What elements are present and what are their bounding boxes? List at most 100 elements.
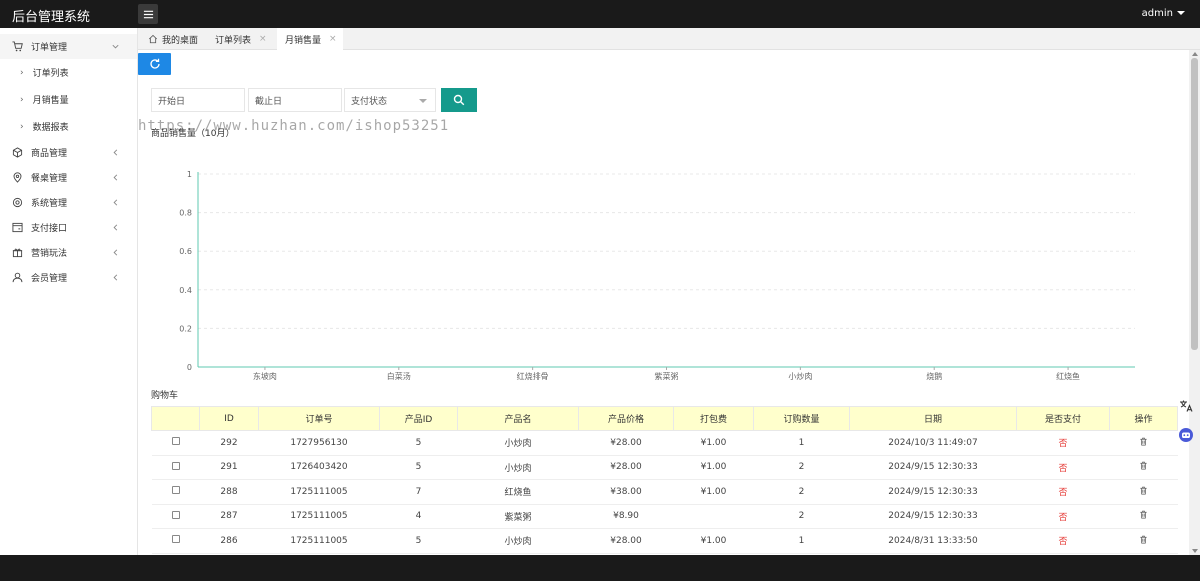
- tab-bar: 我的桌面 订单列表 × 月销售量 ×: [138, 28, 1200, 50]
- cell-paid: 否: [1016, 455, 1110, 480]
- row-checkbox[interactable]: [171, 486, 180, 495]
- column-header: 是否支付: [1016, 406, 1110, 431]
- trash-icon[interactable]: [1139, 462, 1148, 473]
- sidebar-group-marketing[interactable]: 营销玩法: [0, 240, 137, 265]
- cell-date: 2024/10/3 11:49:07: [849, 430, 1017, 456]
- sidebar-group-label: 系统管理: [31, 199, 68, 209]
- watermark: https://www.huzhan.com/ishop53251: [138, 118, 450, 134]
- input-placeholder: 截止日: [255, 96, 283, 107]
- close-icon[interactable]: ×: [259, 34, 267, 44]
- search-icon: [453, 94, 465, 106]
- cell-pack-fee: ¥1.00: [673, 528, 754, 554]
- sidebar-item-label: 数据报表: [32, 123, 69, 133]
- cell-date: 2024/8/31 13:33:50: [849, 528, 1017, 554]
- app-title: 后台管理系统: [12, 10, 91, 25]
- sidebar: 订单管理 › 订单列表 › 月销售量 › 数据报表 商品管理 餐桌管理 系统管理 支付…: [0, 28, 138, 555]
- start-date-input[interactable]: 开始日: [151, 88, 245, 112]
- cell-product-id: 7: [379, 479, 458, 505]
- trash-icon[interactable]: [1139, 437, 1148, 449]
- sidebar-group-tables[interactable]: 餐桌管理: [0, 165, 137, 190]
- tab-label: 月销售量: [285, 35, 322, 46]
- home-icon: [148, 34, 158, 44]
- hamburger-icon: [143, 10, 153, 18]
- tab-desktop[interactable]: 我的桌面: [148, 28, 198, 50]
- cell-product-name: 小炒肉: [457, 430, 579, 456]
- y-tick-label: 0.4: [179, 286, 192, 295]
- main-content: 开始日 截止日 支付状态 商品销售量（10月） https://www.huzh…: [138, 50, 1189, 555]
- table-header-row: ID 订单号 产品ID 产品名 产品价格 打包费 订购数量 日期 是否支付 操作: [151, 406, 1178, 431]
- y-tick-label: 0.6: [179, 247, 192, 256]
- column-header: 产品价格: [578, 406, 674, 431]
- table-row: 292 1727956130 5 小炒肉 ¥28.00 ¥1.00 1 2024/10/3 1…: [151, 430, 1178, 456]
- cell-quantity: 2: [753, 504, 850, 529]
- caret-down-icon: [1177, 11, 1185, 15]
- y-tick-label: 0.2: [179, 324, 192, 333]
- sidebar-item-order-list[interactable]: › 订单列表: [0, 59, 137, 86]
- row-checkbox[interactable]: [171, 461, 180, 470]
- sidebar-item-monthly-sales[interactable]: › 月销售量: [0, 86, 137, 113]
- row-select-cell: [151, 430, 200, 456]
- column-header: [151, 406, 200, 431]
- sidebar-group-members[interactable]: 会员管理: [0, 265, 137, 290]
- cell-date: 2024/9/15 12:30:33: [849, 504, 1017, 529]
- chevron-left-icon: [113, 149, 118, 156]
- payment-icon: [12, 222, 23, 233]
- column-header: 日期: [849, 406, 1017, 431]
- cell-product-id: 5: [379, 528, 458, 554]
- chevron-right-icon: ›: [20, 94, 24, 105]
- tab-monthly-sales[interactable]: 月销售量 ×: [277, 28, 343, 50]
- sidebar-group-system[interactable]: 系统管理: [0, 190, 137, 215]
- translate-tool-button[interactable]: [1176, 396, 1196, 416]
- cell-quantity: 1: [753, 430, 850, 456]
- sidebar-item-data-report[interactable]: › 数据报表: [0, 113, 137, 140]
- cell-product-name: 紫菜粥: [457, 504, 579, 529]
- location-icon: [12, 172, 23, 183]
- row-checkbox[interactable]: [171, 437, 180, 446]
- column-header: 产品ID: [379, 406, 458, 431]
- scrollbar-thumb[interactable]: [1191, 58, 1198, 350]
- cell-quantity: 2: [753, 479, 850, 505]
- scroll-up-icon[interactable]: [1192, 52, 1198, 56]
- table-row: 291 1726403420 5 小炒肉 ¥28.00 ¥1.00 2 2024/9/15 1…: [151, 455, 1178, 480]
- trash-icon[interactable]: [1139, 486, 1148, 498]
- x-tick-label: 烧鹅: [926, 371, 942, 381]
- sidebar-group-orders[interactable]: 订单管理: [0, 34, 137, 59]
- row-actions: [1109, 455, 1178, 480]
- menu-toggle-button[interactable]: [138, 4, 158, 24]
- select-placeholder: 支付状态: [351, 96, 388, 107]
- end-date-input[interactable]: 截止日: [248, 88, 342, 112]
- user-menu[interactable]: admin: [1142, 8, 1185, 19]
- cell-product-id: 5: [379, 455, 458, 480]
- bottom-bar: [0, 555, 1200, 581]
- sidebar-group-label: 营销玩法: [31, 249, 68, 259]
- page-scrollbar[interactable]: [1189, 50, 1200, 555]
- x-tick-label: 红烧鱼: [1056, 371, 1080, 381]
- search-button[interactable]: [441, 88, 477, 112]
- translate-icon: [1180, 400, 1193, 412]
- sidebar-group-payment[interactable]: 支付接口: [0, 215, 137, 240]
- scroll-down-icon[interactable]: [1192, 549, 1198, 553]
- refresh-button[interactable]: [138, 53, 171, 75]
- cell-paid: 否: [1016, 430, 1110, 456]
- row-select-cell: [151, 455, 200, 480]
- row-checkbox[interactable]: [171, 510, 180, 519]
- sidebar-group-label: 商品管理: [31, 149, 68, 159]
- cell-price: ¥28.00: [578, 455, 674, 480]
- tab-order-list[interactable]: 订单列表 ×: [215, 28, 267, 50]
- sidebar-group-products[interactable]: 商品管理: [0, 140, 137, 165]
- chevron-left-icon: [113, 249, 118, 256]
- close-icon[interactable]: ×: [329, 34, 337, 44]
- cell-order-no: 1726403420: [258, 455, 380, 480]
- trash-icon[interactable]: [1139, 511, 1148, 522]
- trash-icon[interactable]: [1139, 535, 1148, 547]
- gift-icon: [12, 247, 23, 258]
- x-tick-label: 小炒肉: [788, 371, 812, 381]
- assistant-tool-button[interactable]: [1176, 425, 1196, 445]
- column-header: 订单号: [258, 406, 380, 431]
- column-header: 订购数量: [753, 406, 850, 431]
- row-checkbox[interactable]: [171, 535, 180, 544]
- sidebar-group-label: 支付接口: [31, 224, 68, 234]
- sidebar-group-label: 订单管理: [31, 43, 68, 53]
- pay-status-select[interactable]: 支付状态: [344, 88, 436, 112]
- table-row: 287 1725111005 4 紫菜粥 ¥8.90 2 2024/9/15 12:30:3…: [151, 504, 1178, 529]
